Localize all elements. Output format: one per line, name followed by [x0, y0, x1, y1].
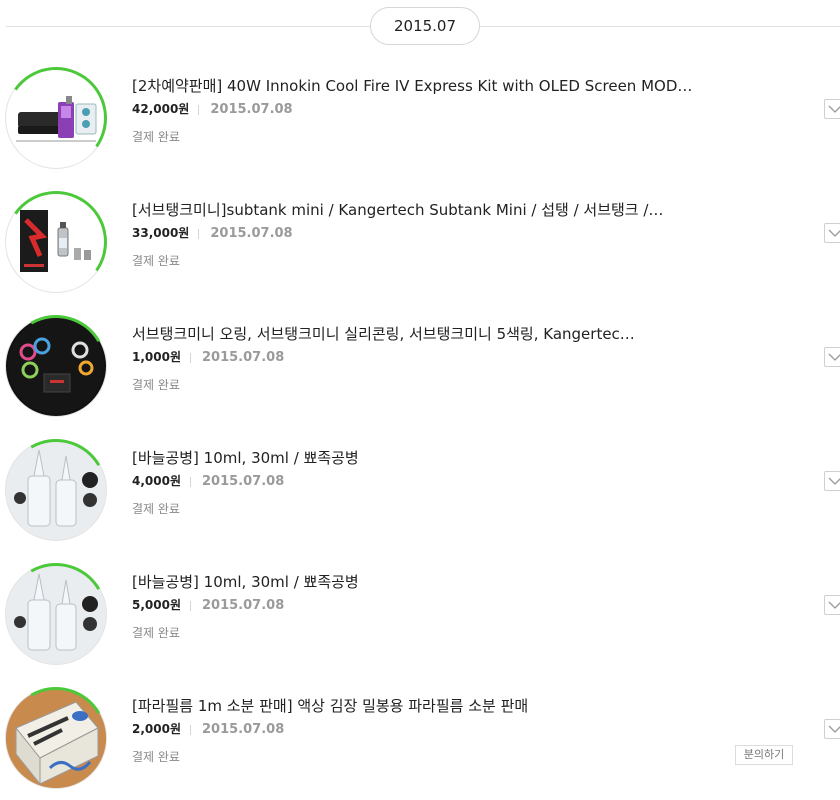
order-status: 결제 완료	[132, 502, 180, 516]
chevron-down-icon	[828, 229, 840, 237]
order-meta: 5,000원 2015.07.08	[132, 597, 284, 614]
thumbnail-ring	[0, 182, 116, 302]
order-status: 결제 완료	[132, 254, 180, 268]
product-title[interactable]: [서브탱크미니]subtank mini / Kangertech Subtan…	[132, 199, 692, 221]
order-date: 2015.07.08	[210, 102, 293, 117]
order-price: 42,000원	[132, 102, 190, 116]
order-meta: 2,000원 2015.07.08	[132, 721, 284, 738]
month-header: 2015.07	[0, 0, 840, 52]
expand-toggle[interactable]	[824, 719, 840, 739]
order-date: 2015.07.08	[202, 474, 285, 489]
expand-toggle[interactable]	[824, 223, 840, 243]
meta-divider	[190, 600, 191, 611]
month-label: 2015.07	[370, 7, 480, 45]
order-item[interactable]: [파라필름 1m 소분 판매] 액상 김장 밀봉용 파라필름 소분 판매 2,0…	[0, 675, 840, 800]
order-meta: 42,000원 2015.07.08	[132, 101, 293, 118]
order-status: 결제 완료	[132, 750, 180, 764]
order-price: 2,000원	[132, 722, 181, 736]
meta-divider	[198, 228, 200, 239]
expand-toggle[interactable]	[824, 99, 840, 119]
order-price: 1,000원	[132, 350, 181, 364]
order-price: 33,000원	[132, 226, 190, 240]
chevron-down-icon	[828, 601, 840, 609]
order-date: 2015.07.08	[202, 722, 285, 737]
product-title[interactable]: [파라필름 1m 소분 판매] 액상 김장 밀봉용 파라필름 소분 판매	[132, 695, 692, 717]
thumbnail-ring	[0, 58, 116, 178]
meta-divider	[198, 104, 200, 115]
order-date: 2015.07.08	[210, 226, 293, 241]
order-price: 5,000원	[132, 598, 181, 612]
expand-toggle[interactable]	[824, 471, 840, 491]
order-meta: 1,000원 2015.07.08	[132, 349, 284, 366]
order-date: 2015.07.08	[202, 598, 285, 613]
meta-divider	[190, 476, 191, 487]
order-item[interactable]: [바늘공병] 10ml, 30ml / 뾰족공병 4,000원 2015.07.0…	[0, 427, 840, 553]
order-status: 결제 완료	[132, 626, 180, 640]
inquiry-button[interactable]: 분의하기	[735, 745, 793, 765]
product-title[interactable]: 서브탱크미니 오링, 서브탱크미니 실리콘링, 서브탱크미니 5색링, Kang…	[132, 323, 692, 345]
product-title[interactable]: [바늘공병] 10ml, 30ml / 뾰족공병	[132, 447, 692, 469]
expand-toggle[interactable]	[824, 347, 840, 367]
order-date: 2015.07.08	[202, 350, 285, 365]
order-price: 4,000원	[132, 474, 181, 488]
order-item[interactable]: [서브탱크미니]subtank mini / Kangertech Subtan…	[0, 182, 840, 302]
order-status: 결제 완료	[132, 130, 180, 144]
meta-divider	[190, 352, 191, 363]
expand-toggle[interactable]	[824, 595, 840, 615]
product-title[interactable]: [2차예약판매] 40W Innokin Cool Fire IV Expres…	[132, 75, 692, 97]
thumbnail-ring	[0, 427, 119, 553]
thumbnail-ring	[0, 675, 119, 800]
meta-divider	[190, 724, 191, 735]
thumbnail-ring	[0, 551, 119, 677]
order-item[interactable]: [2차예약판매] 40W Innokin Cool Fire IV Expres…	[0, 58, 840, 178]
chevron-down-icon	[828, 105, 840, 113]
thumbnail-ring	[0, 303, 119, 429]
chevron-down-icon	[828, 477, 840, 485]
chevron-down-icon	[828, 725, 840, 733]
order-status: 결제 완료	[132, 378, 180, 392]
chevron-down-icon	[828, 353, 840, 361]
order-item[interactable]: [바늘공병] 10ml, 30ml / 뾰족공병 5,000원 2015.07.0…	[0, 551, 840, 677]
product-title[interactable]: [바늘공병] 10ml, 30ml / 뾰족공병	[132, 571, 692, 593]
order-meta: 33,000원 2015.07.08	[132, 225, 293, 242]
order-item[interactable]: 서브탱크미니 오링, 서브탱크미니 실리콘링, 서브탱크미니 5색링, Kang…	[0, 303, 840, 429]
order-meta: 4,000원 2015.07.08	[132, 473, 284, 490]
